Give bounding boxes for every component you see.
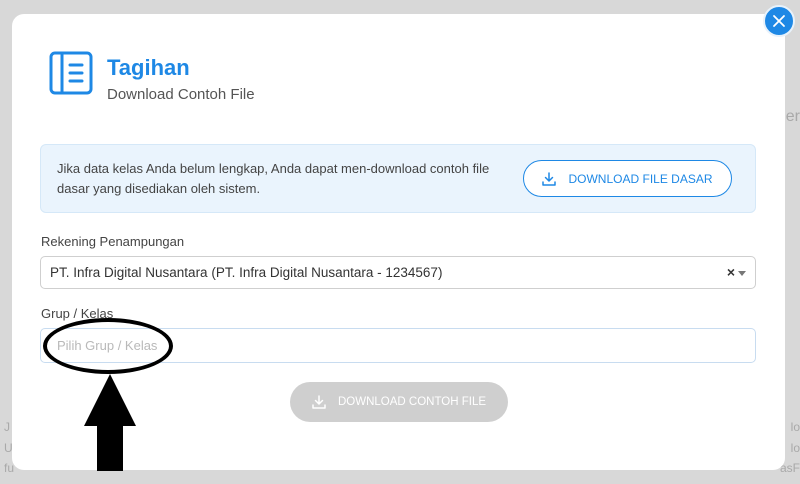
download-sample-file-button[interactable]: DOWNLOAD CONTOH FILE [290, 382, 508, 422]
account-label: Rekening Penampungan [41, 234, 185, 249]
account-select[interactable]: PT. Infra Digital Nusantara (PT. Infra D… [40, 256, 756, 289]
background-text: lo [790, 441, 800, 455]
chevron-down-icon[interactable] [738, 271, 746, 276]
document-icon [49, 51, 93, 95]
download-sample-file-label: DOWNLOAD CONTOH FILE [337, 396, 487, 408]
download-icon [312, 395, 326, 409]
account-select-value: PT. Infra Digital Nusantara (PT. Infra D… [50, 265, 443, 280]
modal-title: Tagihan [107, 55, 190, 80]
info-box: Jika data kelas Anda belum lengkap, Anda… [40, 144, 756, 213]
download-basic-file-button[interactable]: DOWNLOAD FILE DASAR [523, 160, 732, 197]
download-icon [542, 171, 557, 186]
close-icon [773, 15, 785, 27]
info-text: Jika data kelas Anda belum lengkap, Anda… [57, 161, 490, 196]
group-select-input[interactable] [40, 328, 756, 363]
modal-subtitle: Download Contoh File [107, 86, 255, 103]
group-label: Grup / Kelas [41, 306, 114, 321]
background-text: lo [790, 420, 800, 434]
background-text: er [785, 108, 800, 125]
download-basic-file-label: DOWNLOAD FILE DASAR [568, 171, 713, 186]
background-text: J [4, 420, 10, 434]
clear-selection-icon[interactable]: × [727, 264, 735, 280]
close-button[interactable] [763, 5, 795, 37]
up-arrow-annotation [84, 374, 136, 471]
